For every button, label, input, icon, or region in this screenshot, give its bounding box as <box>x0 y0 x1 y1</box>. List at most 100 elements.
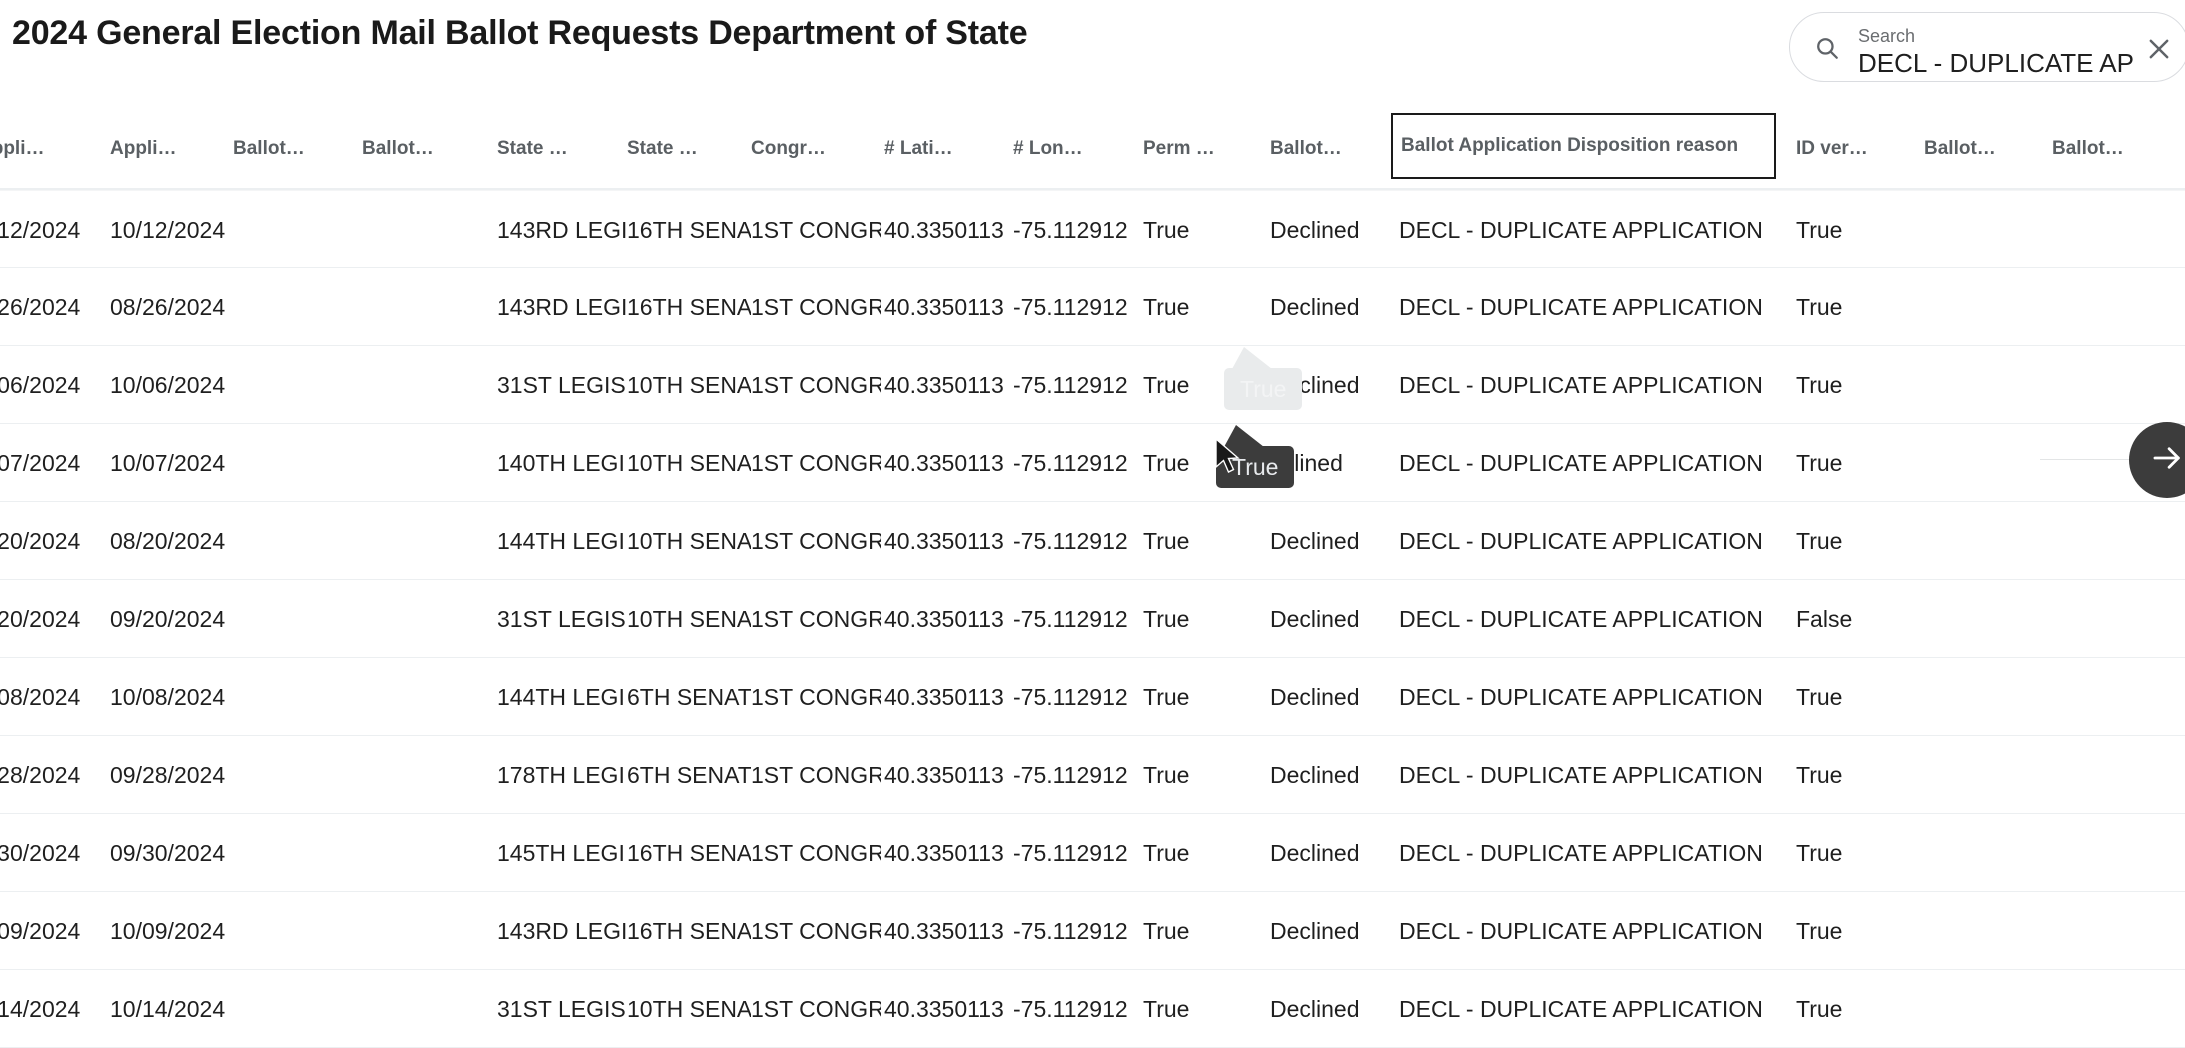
table-row[interactable]: 9/30/2024 09/30/2024 145TH LEGI16TH SENA1S… <box>0 814 2185 892</box>
column-header[interactable]: Ballot Application Disposition reason <box>1391 113 1776 179</box>
table-cell: 10/12/2024 <box>110 216 226 243</box>
table-cell: 10/07/2024 <box>110 449 226 476</box>
column-header[interactable]: Appli… <box>110 108 230 190</box>
table-cell: True <box>1143 761 1190 788</box>
column-header[interactable]: # Lon… <box>1013 108 1123 190</box>
table-cell: 8/26/2024 <box>0 293 81 320</box>
table-cell: Declined <box>1270 605 1360 632</box>
table-cell: -75.112912 <box>1013 839 1128 866</box>
column-header[interactable]: Ballot… <box>2052 108 2162 190</box>
table-row[interactable]: 0/09/2024 10/09/2024 143RD LEGI16TH SENA1S… <box>0 892 2185 970</box>
table-row[interactable]: 8/20/2024 08/20/2024 144TH LEGI10TH SENA1S… <box>0 502 2185 580</box>
tooltip-ghost: True <box>1224 347 1303 410</box>
column-header[interactable]: Ballot… <box>233 108 353 190</box>
table-header-row: Appli…Appli…Ballot…Ballot…State …State …… <box>0 108 2185 190</box>
table-cell: 10/14/2024 <box>110 995 226 1022</box>
table-cell: 9/20/2024 <box>0 605 81 632</box>
table-cell: 1ST CONGR <box>751 293 881 320</box>
table-row[interactable]: 9/20/2024 09/20/2024 31ST LEGIS10TH SENA1S… <box>0 580 2185 658</box>
column-header[interactable]: Appli… <box>0 108 98 190</box>
table-cell: True <box>1796 917 1843 944</box>
table-cell: True <box>1143 293 1190 320</box>
table-row[interactable]: 0/12/2024 10/12/2024 143RD LEGI16TH SENA1S… <box>0 190 2185 268</box>
table-cell: 16TH SENA <box>627 839 751 866</box>
table-cell: 09/20/2024 <box>110 605 226 632</box>
table-cell: True <box>1796 527 1843 554</box>
table-cell: 08/26/2024 <box>110 293 226 320</box>
table-cell: 143RD LEGI <box>497 917 627 944</box>
table-cell: -75.112912 <box>1013 527 1128 554</box>
table-cell: 1ST CONGR <box>751 527 881 554</box>
table-cell: True <box>1143 216 1190 243</box>
column-header[interactable]: Ballot… <box>362 108 482 190</box>
table-row[interactable]: 8/26/2024 08/26/2024 143RD LEGI16TH SENA1S… <box>0 268 2185 346</box>
table-cell: True <box>1143 683 1190 710</box>
mouse-cursor-icon <box>1214 437 1242 476</box>
table-cell: True <box>1143 917 1190 944</box>
column-header[interactable]: Perm … <box>1143 108 1253 190</box>
column-header[interactable]: State … <box>497 108 617 190</box>
table-cell: Declined <box>1270 761 1360 788</box>
table-row[interactable]: 0/06/2024 10/06/2024 31ST LEGIS10TH SENA1S… <box>0 346 2185 424</box>
table-cell: Declined <box>1270 527 1360 554</box>
table-cell: 16TH SENA <box>627 917 751 944</box>
table-row[interactable]: 0/07/2024 10/07/2024 140TH LEGI10TH SENA1S… <box>0 424 2185 502</box>
table-row[interactable]: 0/08/2024 10/08/2024 144TH LEGI6TH SENAT1S… <box>0 658 2185 736</box>
table-cell: -75.112912 <box>1013 995 1128 1022</box>
column-header[interactable]: State … <box>627 108 747 190</box>
table-cell: 10TH SENA <box>627 995 751 1022</box>
table-cell: Declined <box>1270 995 1360 1022</box>
table-cell: True <box>1796 995 1843 1022</box>
search-box[interactable]: Search DECL - DUPLICATE AP <box>1789 12 2185 82</box>
table-cell: True <box>1796 216 1843 243</box>
table-cell: True <box>1143 605 1190 632</box>
table-cell: Declined <box>1270 683 1360 710</box>
table-row[interactable]: 9/28/2024 09/28/2024 178TH LEGI6TH SENAT1S… <box>0 736 2185 814</box>
table-cell: DECL - DUPLICATE APPLICATION <box>1399 995 1763 1022</box>
column-header[interactable]: Ballot… <box>1924 108 2034 190</box>
column-header[interactable]: Congr… <box>751 108 861 190</box>
table-cell: 10TH SENA <box>627 605 751 632</box>
table-cell: 16TH SENA <box>627 293 751 320</box>
table-cell: 40.3350113 <box>884 683 1004 710</box>
table-cell: True <box>1796 761 1843 788</box>
table-cell: 1ST CONGR <box>751 839 881 866</box>
search-input[interactable]: DECL - DUPLICATE AP <box>1858 47 2158 79</box>
table-cell: 0/06/2024 <box>0 371 81 398</box>
table-cell: 31ST LEGIS <box>497 371 626 398</box>
table-cell: 31ST LEGIS <box>497 995 626 1022</box>
table-cell: True <box>1143 527 1190 554</box>
table-cell: 40.3350113 <box>884 605 1004 632</box>
table-cell: 1ST CONGR <box>751 449 881 476</box>
table-cell: 40.3350113 <box>884 917 1004 944</box>
table-cell: 10/08/2024 <box>110 683 226 710</box>
table-cell: 144TH LEGI <box>497 683 625 710</box>
table-cell: 08/20/2024 <box>110 527 226 554</box>
table-cell: DECL - DUPLICATE APPLICATION <box>1399 683 1763 710</box>
table-cell: True <box>1143 995 1190 1022</box>
column-header[interactable]: # Lati… <box>884 108 994 190</box>
table-cell: -75.112912 <box>1013 761 1128 788</box>
table-cell: 10/06/2024 <box>110 371 226 398</box>
table-cell: 1ST CONGR <box>751 995 881 1022</box>
table-cell: 40.3350113 <box>884 995 1004 1022</box>
top-bar: 2024 General Election Mail Ballot Reques… <box>0 0 2185 108</box>
table-cell: 10TH SENA <box>627 527 751 554</box>
column-header[interactable]: ID ver… <box>1796 108 1906 190</box>
search-label: Search <box>1858 26 1916 46</box>
table-cell: 1ST CONGR <box>751 761 881 788</box>
column-header[interactable]: Ballot… <box>1270 108 1380 190</box>
close-icon[interactable] <box>2145 35 2173 63</box>
table-cell: -75.112912 <box>1013 449 1128 476</box>
table-cell: 16TH SENA <box>627 216 751 243</box>
table-row[interactable]: 0/14/2024 10/14/2024 31ST LEGIS10TH SENA1S… <box>0 970 2185 1048</box>
table-cell: 40.3350113 <box>884 839 1004 866</box>
table-cell: DECL - DUPLICATE APPLICATION <box>1399 839 1763 866</box>
table-cell: 40.3350113 <box>884 761 1004 788</box>
table-cell: DECL - DUPLICATE APPLICATION <box>1399 216 1763 243</box>
table-cell: DECL - DUPLICATE APPLICATION <box>1399 527 1763 554</box>
table-cell: 1ST CONGR <box>751 683 881 710</box>
table-cell: 178TH LEGI <box>497 761 625 788</box>
table-cell: 1ST CONGR <box>751 216 881 243</box>
table-cell: -75.112912 <box>1013 293 1128 320</box>
